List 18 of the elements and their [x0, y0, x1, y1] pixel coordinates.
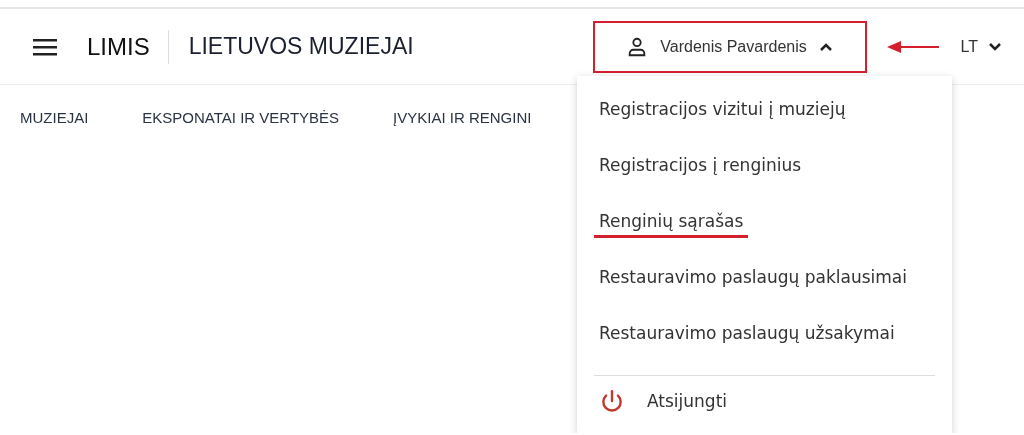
menu-item[interactable]: Registracijos vizitui į muziejų [594, 95, 851, 126]
brand-name[interactable]: LIMIS [87, 29, 169, 64]
menu-item[interactable]: Restauravimo paslaugų užsakymai [594, 319, 900, 350]
menu-item[interactable]: Renginių sąrašas [594, 207, 749, 238]
chevron-icon [988, 41, 1002, 52]
menu-item[interactable]: Restauravimo paslaugų paklausimai [594, 263, 912, 294]
logout-item[interactable]: Atsijungti [594, 388, 935, 414]
language-selector[interactable]: LT [960, 37, 1002, 56]
arrow-annotation [886, 40, 939, 53]
menu-item[interactable]: Registracijos į renginius [594, 151, 807, 182]
menu-icon[interactable] [33, 37, 57, 56]
nav-link[interactable]: MUZIEJAI [20, 109, 89, 126]
power-icon [599, 388, 625, 414]
nav-link[interactable]: EKSPONATAI IR VERTYBĖS [142, 109, 340, 126]
user-button[interactable]: Vardenis Pavardenis [592, 20, 867, 73]
nav-link[interactable]: ĮVYKIAI IR RENGINI [393, 109, 532, 126]
site-title: LIETUVOS MUZIEJAI [188, 33, 414, 60]
chevron-icon [818, 41, 833, 52]
